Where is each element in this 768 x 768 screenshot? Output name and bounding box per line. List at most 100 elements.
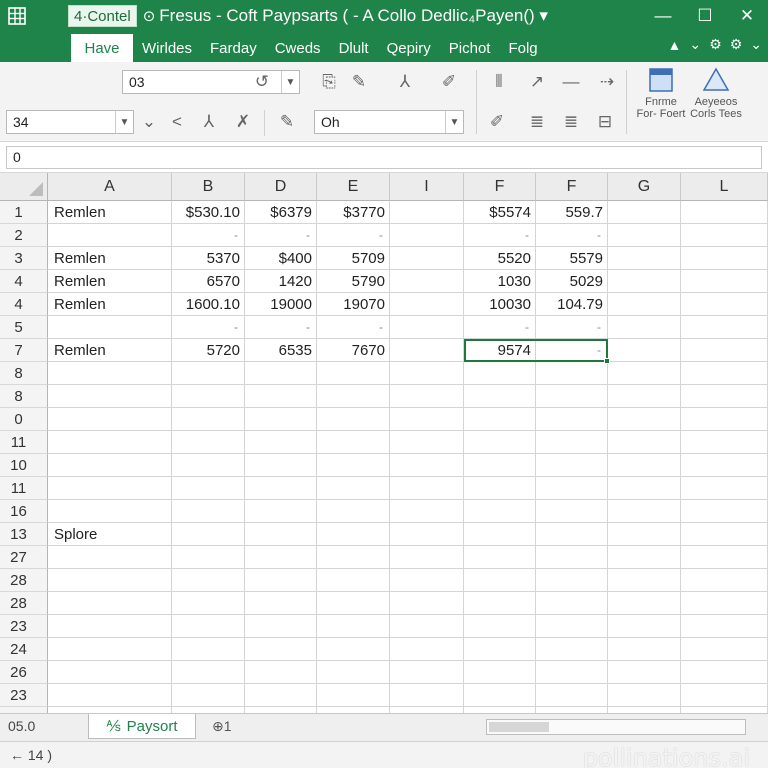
table-cell[interactable]: - bbox=[536, 224, 608, 247]
row-header[interactable]: 27 bbox=[0, 546, 48, 569]
row-header[interactable]: 5 bbox=[0, 316, 48, 339]
font-name-combo[interactable]: 03 ↺ ▼ bbox=[122, 70, 300, 94]
table-cell[interactable] bbox=[390, 224, 464, 247]
table-cell[interactable]: 5370 bbox=[172, 247, 245, 270]
table-cell[interactable] bbox=[390, 408, 464, 431]
table-cell[interactable] bbox=[681, 523, 768, 546]
tab-page-layout[interactable]: Farday bbox=[201, 34, 266, 62]
table-cell[interactable] bbox=[608, 201, 681, 224]
table-cell[interactable]: - bbox=[172, 316, 245, 339]
table-cell[interactable] bbox=[608, 592, 681, 615]
table-cell[interactable] bbox=[390, 638, 464, 661]
table-cell[interactable]: 19000 bbox=[245, 293, 317, 316]
table-cell[interactable] bbox=[317, 569, 390, 592]
table-cell[interactable] bbox=[608, 477, 681, 500]
table-cell[interactable] bbox=[536, 500, 608, 523]
table-cell[interactable] bbox=[536, 661, 608, 684]
table-cell[interactable] bbox=[172, 684, 245, 707]
minimize-button[interactable]: — bbox=[642, 0, 684, 32]
table-cell[interactable] bbox=[390, 500, 464, 523]
table-cell[interactable]: 1420 bbox=[245, 270, 317, 293]
share-icon[interactable]: ▲ bbox=[668, 37, 682, 53]
table-cell[interactable] bbox=[464, 431, 536, 454]
table-cell[interactable] bbox=[608, 638, 681, 661]
table-cell[interactable] bbox=[681, 385, 768, 408]
table-cell[interactable] bbox=[681, 431, 768, 454]
table-cell[interactable] bbox=[390, 615, 464, 638]
table-cell[interactable]: - bbox=[536, 316, 608, 339]
table-cell[interactable] bbox=[608, 523, 681, 546]
table-cell[interactable] bbox=[464, 408, 536, 431]
table-cell[interactable] bbox=[48, 684, 172, 707]
column-header-1[interactable]: B bbox=[172, 173, 245, 201]
table-cell[interactable] bbox=[245, 638, 317, 661]
table-cell[interactable] bbox=[317, 638, 390, 661]
table-cell[interactable] bbox=[464, 362, 536, 385]
arrow-icon[interactable]: ↗ bbox=[526, 71, 548, 93]
table-cell[interactable] bbox=[536, 569, 608, 592]
table-cell[interactable] bbox=[608, 339, 681, 362]
table-cell[interactable] bbox=[390, 431, 464, 454]
table-cell[interactable]: 5029 bbox=[536, 270, 608, 293]
bold-icon[interactable]: ⫴ bbox=[488, 71, 510, 93]
table-cell[interactable] bbox=[390, 293, 464, 316]
row-header[interactable]: 7 bbox=[0, 339, 48, 362]
table-cell[interactable] bbox=[608, 270, 681, 293]
table-cell[interactable] bbox=[464, 500, 536, 523]
table-cell[interactable] bbox=[245, 454, 317, 477]
sheet-tab-paysort[interactable]: ⅍ Paysort bbox=[88, 714, 196, 739]
table-cell[interactable] bbox=[608, 247, 681, 270]
table-cell[interactable] bbox=[317, 592, 390, 615]
table-cell[interactable] bbox=[464, 546, 536, 569]
column-header-4[interactable]: I bbox=[390, 173, 464, 201]
align-right-icon[interactable]: ≣ bbox=[560, 111, 582, 133]
style-combo[interactable]: Oh ▼ bbox=[314, 110, 464, 134]
table-cell[interactable]: Remlen bbox=[48, 247, 172, 270]
table-cell[interactable]: 7670 bbox=[317, 339, 390, 362]
table-cell[interactable]: $5574 bbox=[464, 201, 536, 224]
table-cell[interactable]: 5720 bbox=[172, 339, 245, 362]
table-cell[interactable]: 6570 bbox=[172, 270, 245, 293]
table-cell[interactable]: 5579 bbox=[536, 247, 608, 270]
tab-review[interactable]: Qepiry bbox=[378, 34, 440, 62]
table-cell[interactable] bbox=[172, 569, 245, 592]
row-header[interactable]: 3 bbox=[0, 247, 48, 270]
table-cell[interactable] bbox=[608, 316, 681, 339]
table-cell[interactable] bbox=[48, 500, 172, 523]
table-cell[interactable] bbox=[245, 684, 317, 707]
table-cell[interactable] bbox=[536, 615, 608, 638]
formula-input[interactable]: 0 bbox=[6, 146, 762, 169]
table-cell[interactable] bbox=[681, 270, 768, 293]
copy-icon[interactable]: ⎘ bbox=[318, 71, 340, 93]
table-cell[interactable] bbox=[390, 523, 464, 546]
format-painter-icon[interactable]: ✎ bbox=[348, 71, 370, 93]
chevron-down-icon[interactable]: ⌄ bbox=[689, 36, 701, 53]
table-cell[interactable] bbox=[464, 523, 536, 546]
table-cell[interactable] bbox=[464, 454, 536, 477]
table-cell[interactable] bbox=[536, 408, 608, 431]
table-cell[interactable]: Splore bbox=[48, 523, 172, 546]
fill-handle[interactable] bbox=[604, 358, 610, 364]
table-cell[interactable] bbox=[317, 477, 390, 500]
settings-icon-2[interactable]: ⚙ bbox=[730, 36, 743, 53]
table-cell[interactable] bbox=[390, 592, 464, 615]
table-cell[interactable]: Remlen bbox=[48, 293, 172, 316]
table-cell[interactable] bbox=[317, 684, 390, 707]
table-cell[interactable] bbox=[681, 477, 768, 500]
select-all-corner[interactable] bbox=[0, 173, 48, 201]
table-cell[interactable]: 1600.10 bbox=[172, 293, 245, 316]
table-cell[interactable] bbox=[390, 362, 464, 385]
table-cell[interactable] bbox=[464, 638, 536, 661]
table-cell[interactable] bbox=[172, 546, 245, 569]
excel-grid-icon[interactable] bbox=[0, 0, 34, 32]
document-title[interactable]: ⊙ Fresus - Coft Paypsarts ( - A Collo De… bbox=[143, 6, 548, 26]
table-cell[interactable] bbox=[681, 684, 768, 707]
table-cell[interactable]: Remlen bbox=[48, 270, 172, 293]
table-cell[interactable] bbox=[681, 454, 768, 477]
table-cell[interactable]: 19070 bbox=[317, 293, 390, 316]
add-sheet-button[interactable]: ⊕1 bbox=[212, 718, 232, 735]
table-cell[interactable] bbox=[317, 546, 390, 569]
table-cell[interactable] bbox=[681, 293, 768, 316]
table-cell[interactable] bbox=[48, 385, 172, 408]
table-cell[interactable] bbox=[681, 316, 768, 339]
